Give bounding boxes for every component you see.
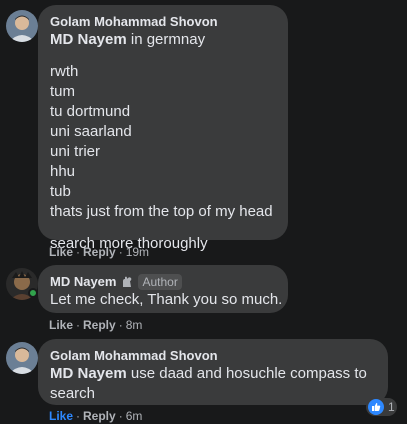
- reply-button[interactable]: Reply: [83, 245, 116, 259]
- comment-actions: Like · Reply · 19m: [49, 245, 149, 259]
- comment-bubble: Golam Mohammad Shovon MD Nayem use daad …: [38, 339, 388, 405]
- comment-line: uni trier: [50, 143, 101, 160]
- author-name[interactable]: MD Nayem: [50, 274, 116, 289]
- comment-line: rwth: [50, 63, 79, 80]
- comment-line: hhu: [50, 163, 76, 180]
- comment-first-line: MD Nayem in germnay: [50, 30, 276, 50]
- separator: ·: [76, 318, 81, 332]
- comment-bubble: MD Nayem Author Let me check, Thank you …: [38, 265, 288, 313]
- reply-button[interactable]: Reply: [83, 409, 116, 423]
- comment-text: Let me check, Thank you so much.: [50, 291, 283, 308]
- separator: ·: [118, 409, 123, 423]
- author-badge: Author: [138, 273, 182, 290]
- avatar[interactable]: [6, 10, 38, 42]
- comment-line: tub: [50, 183, 71, 200]
- separator: ·: [118, 318, 123, 332]
- separator: ·: [76, 245, 81, 259]
- comment-text: use daad and hosuchle compass to: [126, 365, 367, 382]
- reply-button[interactable]: Reply: [83, 318, 116, 332]
- like-reaction-icon: [368, 399, 384, 415]
- comment-actions: Like · Reply · 6m: [49, 409, 142, 423]
- author-name[interactable]: Golam Mohammad Shovon: [50, 348, 218, 363]
- comment-first-line: MD Nayem use daad and hosuchle compass t…: [50, 364, 376, 384]
- timestamp[interactable]: 6m: [126, 409, 143, 423]
- reaction-summary[interactable]: 1: [366, 398, 397, 416]
- like-button[interactable]: Like: [49, 409, 73, 423]
- timestamp[interactable]: 19m: [126, 245, 149, 259]
- mention-link[interactable]: MD Nayem: [50, 31, 127, 48]
- separator: ·: [76, 409, 81, 423]
- comment-bubble: Golam Mohammad Shovon MD Nayem in germna…: [38, 5, 288, 252]
- author-name[interactable]: Golam Mohammad Shovon: [50, 14, 218, 29]
- comment-line: uni saarland: [50, 123, 132, 140]
- avatar[interactable]: [6, 342, 38, 374]
- timestamp[interactable]: 8m: [126, 318, 143, 332]
- comment-line: tum: [50, 83, 76, 100]
- separator: ·: [118, 245, 123, 259]
- like-button[interactable]: Like: [49, 245, 73, 259]
- online-status-indicator: [28, 288, 38, 298]
- comment-actions: Like · Reply · 8m: [49, 318, 142, 332]
- mention-link[interactable]: MD Nayem: [50, 365, 127, 382]
- comment-line: thats just from the top of my head: [50, 203, 273, 220]
- top-fan-badge-icon: [120, 275, 134, 289]
- comment-text: search: [50, 385, 96, 402]
- reaction-count: 1: [388, 400, 395, 414]
- comment-line: tu dortmund: [50, 103, 131, 120]
- comment-text: in germnay: [126, 31, 206, 48]
- like-button[interactable]: Like: [49, 318, 73, 332]
